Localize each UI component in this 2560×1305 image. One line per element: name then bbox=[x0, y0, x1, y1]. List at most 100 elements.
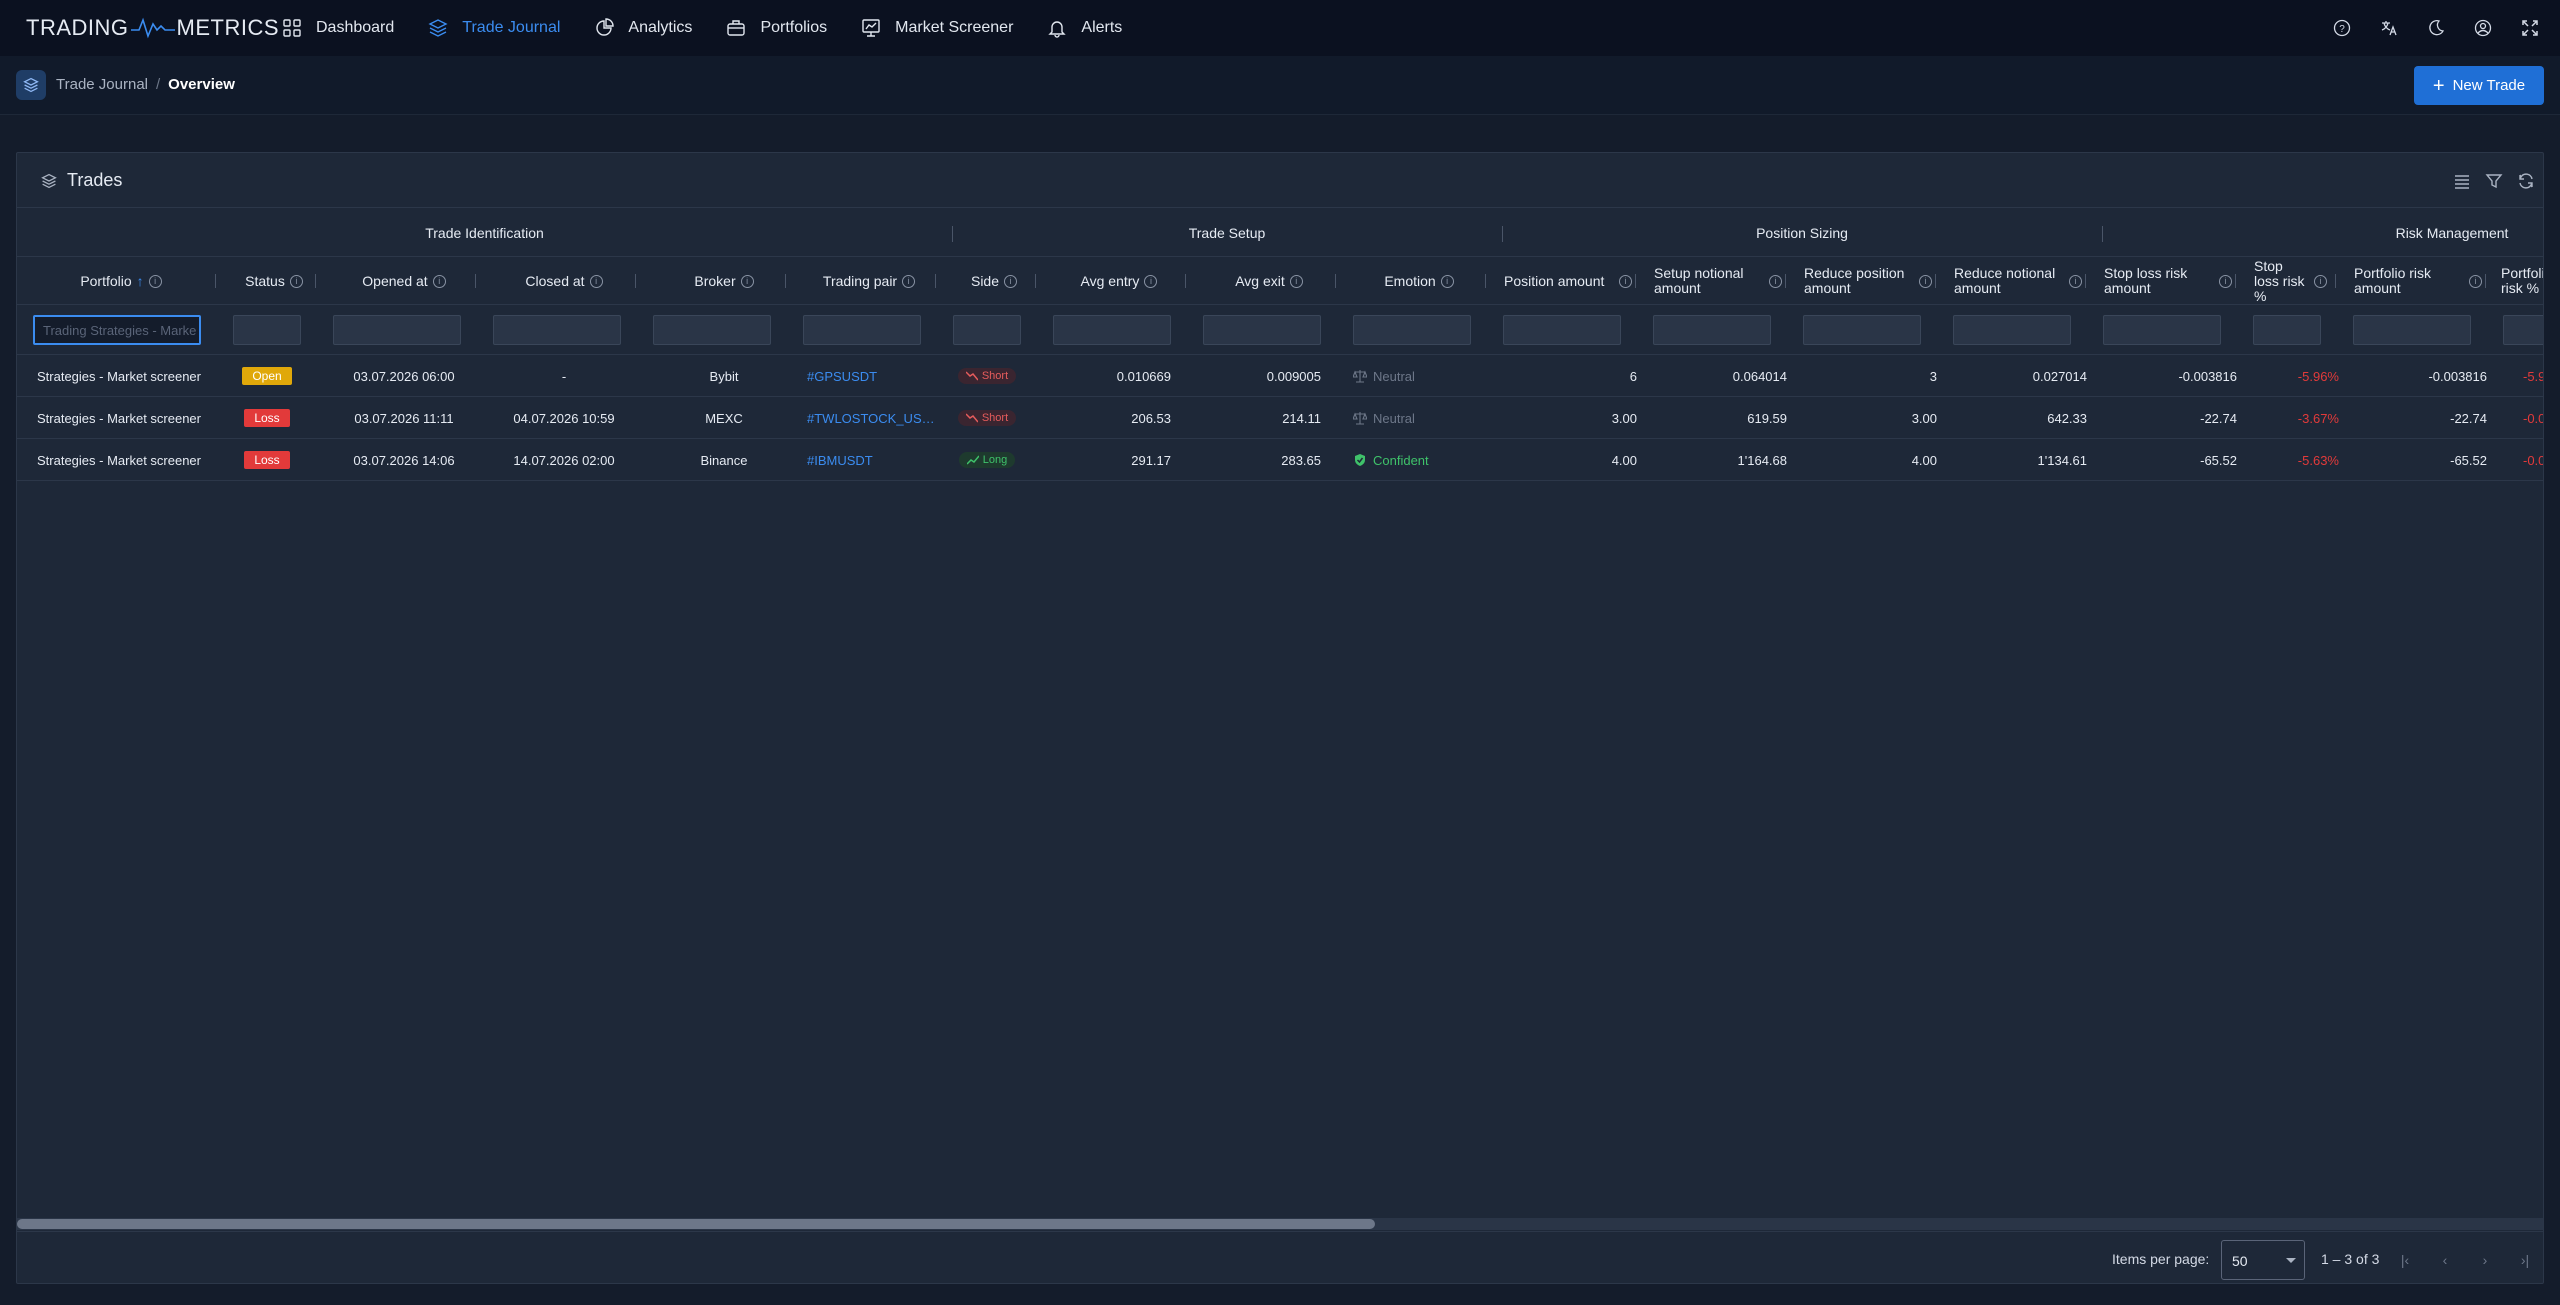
filter-closed-at-input[interactable] bbox=[493, 315, 621, 345]
info-icon[interactable]: i bbox=[432, 274, 446, 288]
fullscreen-icon[interactable] bbox=[2518, 16, 2542, 40]
col-avg-exit[interactable]: Avg exit i bbox=[1199, 257, 1339, 305]
trading-pair-link[interactable]: #IBMUSDT bbox=[807, 453, 873, 468]
col-stop-loss-risk[interactable]: Stop loss risk amount i bbox=[2104, 257, 2239, 305]
filter-trading-pair-input[interactable] bbox=[803, 315, 921, 345]
previous-page-icon[interactable]: ‹ bbox=[2433, 1248, 2457, 1272]
info-icon[interactable]: i bbox=[1004, 274, 1018, 288]
info-icon[interactable]: i bbox=[1619, 274, 1632, 288]
col-portfolio-risk-pct[interactable]: Portfolio risk % bbox=[2501, 257, 2543, 305]
col-closed-at[interactable]: Closed at i bbox=[489, 257, 639, 305]
help-icon[interactable]: ? bbox=[2330, 16, 2354, 40]
info-icon[interactable]: i bbox=[1769, 274, 1782, 288]
filter-portfolio-risk-input[interactable] bbox=[2353, 315, 2471, 345]
column-separator[interactable] bbox=[2235, 274, 2236, 288]
next-page-icon[interactable]: › bbox=[2473, 1248, 2497, 1272]
nav-alerts[interactable]: Alerts bbox=[1047, 18, 1122, 38]
col-setup-notional[interactable]: Setup notional amount i bbox=[1654, 257, 1789, 305]
info-icon[interactable]: i bbox=[289, 274, 303, 288]
info-icon[interactable]: i bbox=[148, 274, 162, 288]
last-page-icon[interactable]: ›| bbox=[2513, 1248, 2537, 1272]
filter-status-input[interactable] bbox=[233, 315, 301, 345]
column-separator[interactable] bbox=[785, 274, 786, 288]
col-broker[interactable]: Broker i bbox=[649, 257, 799, 305]
col-opened-at[interactable]: Opened at i bbox=[329, 257, 479, 305]
col-reduce-position[interactable]: Reduce position amount i bbox=[1804, 257, 1939, 305]
sort-ascending-icon[interactable]: ↑ bbox=[137, 273, 144, 289]
info-icon[interactable]: i bbox=[1289, 274, 1303, 288]
breadcrumb-trade-journal[interactable]: Trade Journal bbox=[56, 76, 148, 93]
filter-position-amount-input[interactable] bbox=[1503, 315, 1621, 345]
info-icon[interactable]: i bbox=[589, 274, 603, 288]
table-row[interactable]: Trading Strategies - Market screener Loss… bbox=[17, 439, 2543, 481]
nav-trade-journal[interactable]: Trade Journal bbox=[428, 18, 560, 38]
col-portfolio[interactable]: Portfolio ↑ i bbox=[31, 257, 211, 305]
column-separator[interactable] bbox=[1335, 274, 1336, 288]
filter-portfolio-risk-pct-input[interactable] bbox=[2503, 315, 2543, 345]
column-separator[interactable] bbox=[2485, 274, 2486, 288]
moon-icon[interactable] bbox=[2424, 16, 2448, 40]
col-stop-loss-pct[interactable]: Stop loss risk % i bbox=[2254, 257, 2339, 305]
filter-icon[interactable] bbox=[2483, 170, 2505, 192]
filter-opened-at-input[interactable] bbox=[333, 315, 461, 345]
columns-icon[interactable] bbox=[2451, 170, 2473, 192]
column-separator[interactable] bbox=[315, 274, 316, 288]
info-icon[interactable]: i bbox=[1440, 274, 1454, 288]
items-per-page-select[interactable]: 50 bbox=[2221, 1240, 2305, 1280]
table-row[interactable]: Trading Strategies - Market screener Open… bbox=[17, 355, 2543, 397]
column-separator[interactable] bbox=[215, 274, 216, 288]
col-side[interactable]: Side i bbox=[949, 257, 1039, 305]
info-icon[interactable]: i bbox=[740, 274, 754, 288]
col-trading-pair[interactable]: Trading pair i bbox=[799, 257, 939, 305]
column-separator[interactable] bbox=[2335, 274, 2336, 288]
column-separator[interactable] bbox=[635, 274, 636, 288]
filter-reduce-position-input[interactable] bbox=[1803, 315, 1921, 345]
filter-avg-exit-input[interactable] bbox=[1203, 315, 1321, 345]
translate-icon[interactable] bbox=[2377, 16, 2401, 40]
col-reduce-notional[interactable]: Reduce notional amount i bbox=[1954, 257, 2089, 305]
filter-side-input[interactable] bbox=[953, 315, 1021, 345]
column-separator[interactable] bbox=[2085, 274, 2086, 288]
col-avg-entry[interactable]: Avg entry i bbox=[1049, 257, 1189, 305]
first-page-icon[interactable]: |‹ bbox=[2393, 1248, 2417, 1272]
column-separator[interactable] bbox=[1035, 274, 1036, 288]
info-icon[interactable]: i bbox=[2069, 274, 2082, 288]
col-status[interactable]: Status i bbox=[229, 257, 319, 305]
info-icon[interactable]: i bbox=[1144, 274, 1158, 288]
info-icon[interactable]: i bbox=[2314, 274, 2327, 288]
col-emotion[interactable]: Emotion i bbox=[1349, 257, 1489, 305]
nav-portfolios[interactable]: Portfolios bbox=[726, 18, 827, 38]
column-separator[interactable] bbox=[1485, 274, 1486, 288]
filter-setup-notional-input[interactable] bbox=[1653, 315, 1771, 345]
column-separator[interactable] bbox=[935, 274, 936, 288]
app-logo[interactable]: TRADING METRICS bbox=[26, 15, 279, 40]
column-separator[interactable] bbox=[1785, 274, 1786, 288]
filter-emotion-input[interactable] bbox=[1353, 315, 1471, 345]
col-portfolio-risk[interactable]: Portfolio risk amount i bbox=[2354, 257, 2489, 305]
column-separator[interactable] bbox=[1185, 274, 1186, 288]
column-separator[interactable] bbox=[1635, 274, 1636, 288]
nav-dashboard[interactable]: Dashboard bbox=[282, 18, 394, 38]
new-trade-button[interactable]: + New Trade bbox=[2414, 66, 2544, 105]
table-row[interactable]: Trading Strategies - Market screener Loss… bbox=[17, 397, 2543, 439]
filter-broker-input[interactable] bbox=[653, 315, 771, 345]
col-position-amount[interactable]: Position amount i bbox=[1504, 257, 1639, 305]
filter-avg-entry-input[interactable] bbox=[1053, 315, 1171, 345]
column-separator[interactable] bbox=[475, 274, 476, 288]
info-icon[interactable]: i bbox=[902, 274, 916, 288]
filter-portfolio-input[interactable]: Trading Strategies - Marke bbox=[33, 315, 201, 345]
refresh-icon[interactable] bbox=[2515, 170, 2537, 192]
filter-stop-loss-risk-input[interactable] bbox=[2103, 315, 2221, 345]
account-icon[interactable] bbox=[2471, 16, 2495, 40]
info-icon[interactable]: i bbox=[1919, 274, 1932, 288]
horizontal-scrollbar-thumb[interactable] bbox=[17, 1219, 1375, 1229]
trading-pair-link[interactable]: #TWLOSTOCK_USDT bbox=[807, 411, 935, 426]
nav-analytics[interactable]: Analytics bbox=[594, 18, 692, 38]
filter-reduce-notional-input[interactable] bbox=[1953, 315, 2071, 345]
nav-market-screener[interactable]: Market Screener bbox=[861, 18, 1013, 38]
info-icon[interactable]: i bbox=[2219, 274, 2232, 288]
column-separator[interactable] bbox=[1935, 274, 1936, 288]
filter-stop-loss-pct-input[interactable] bbox=[2253, 315, 2321, 345]
info-icon[interactable]: i bbox=[2469, 274, 2482, 288]
trading-pair-link[interactable]: #GPSUSDT bbox=[807, 369, 877, 384]
